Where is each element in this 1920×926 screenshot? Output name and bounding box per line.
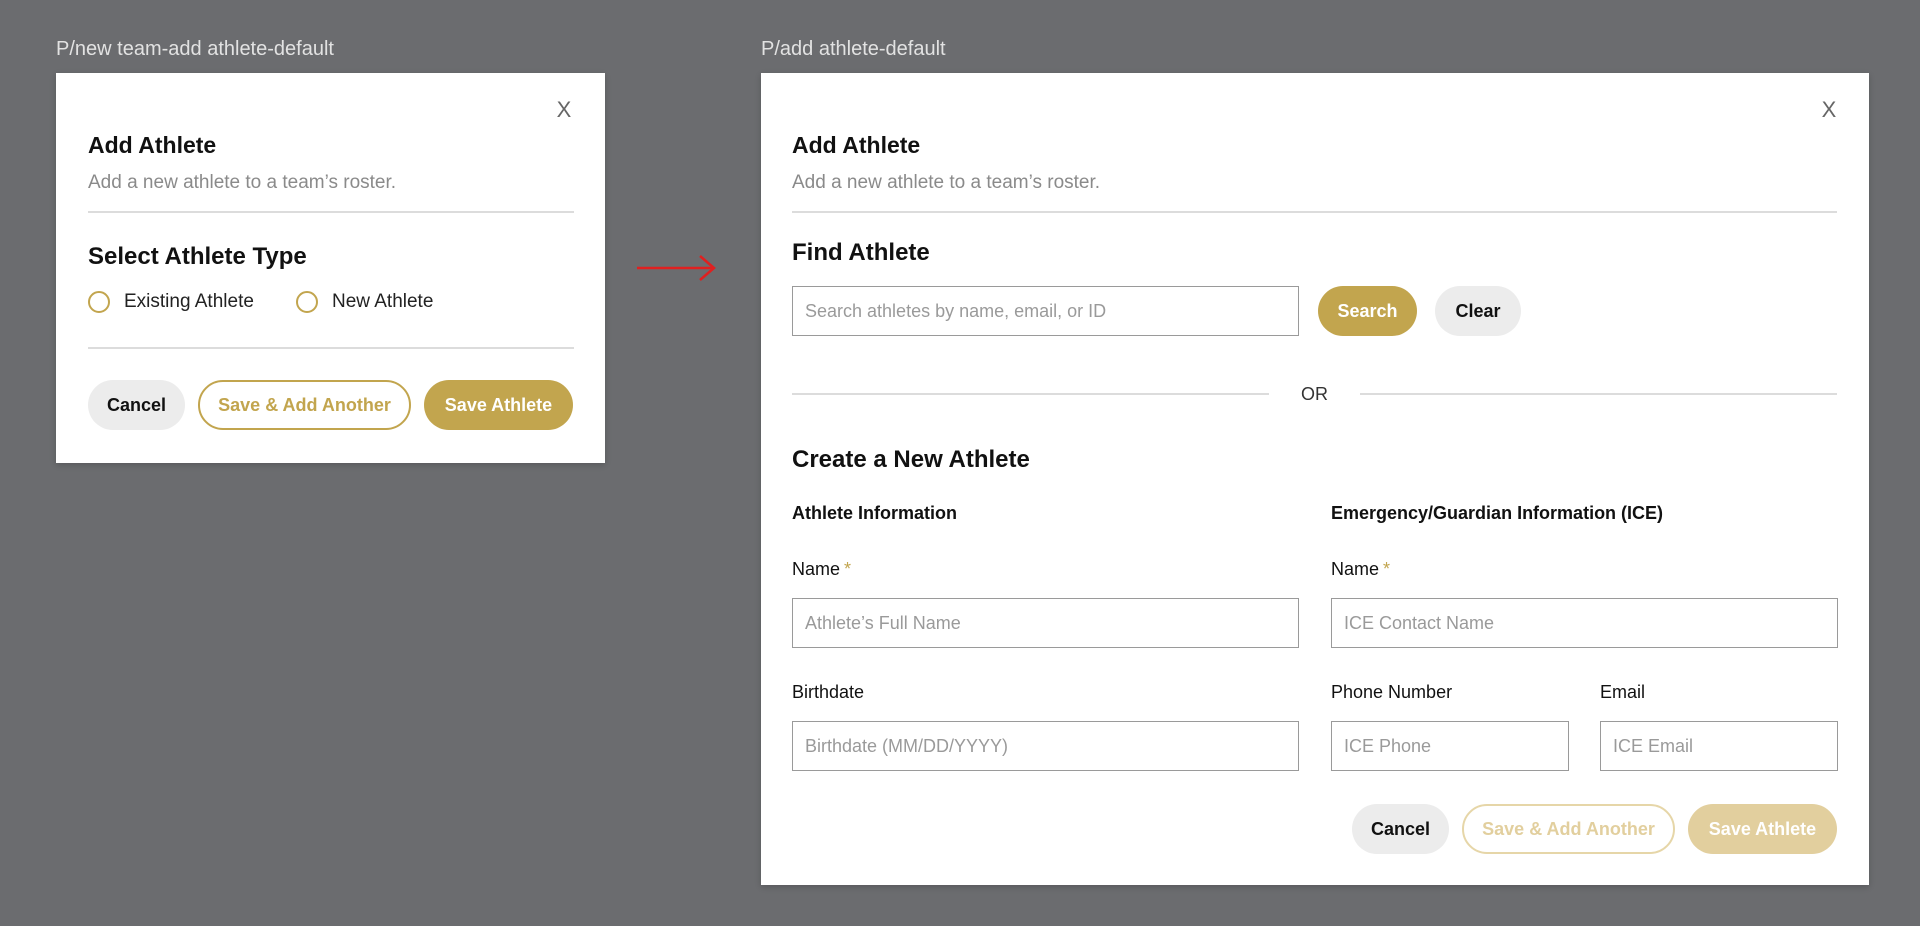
cancel-button[interactable]: Cancel (88, 380, 185, 430)
or-divider-left (792, 393, 1269, 395)
find-athlete-heading: Find Athlete (792, 239, 930, 266)
search-input[interactable] (792, 286, 1299, 336)
close-icon[interactable]: X (1817, 98, 1841, 122)
label-text: Name (792, 559, 841, 579)
divider (792, 211, 1837, 213)
athlete-name-input[interactable] (792, 598, 1299, 648)
save-athlete-button[interactable]: Save Athlete (424, 380, 573, 430)
radio-label: New Athlete (332, 291, 434, 312)
create-new-athlete-heading: Create a New Athlete (792, 446, 1030, 473)
select-athlete-type-heading: Select Athlete Type (88, 243, 307, 270)
divider (88, 211, 574, 213)
divider (88, 347, 574, 349)
label-text: Name (1331, 559, 1380, 579)
ice-email-input[interactable] (1600, 721, 1838, 771)
save-athlete-button[interactable]: Save Athlete (1688, 804, 1837, 854)
ice-contact-name-input[interactable] (1331, 598, 1838, 648)
required-marker: * (844, 559, 852, 579)
close-icon[interactable]: X (552, 98, 576, 122)
arrow-right-icon (637, 255, 716, 281)
ice-name-label: Name * (1331, 559, 1390, 580)
birthdate-input[interactable] (792, 721, 1299, 771)
radio-existing-athlete[interactable]: Existing Athlete (88, 291, 254, 313)
athlete-name-label: Name * (792, 559, 851, 580)
cancel-button[interactable]: Cancel (1352, 804, 1449, 854)
search-button[interactable]: Search (1318, 286, 1417, 336)
radio-new-athlete[interactable]: New Athlete (296, 291, 433, 313)
ice-phone-label: Phone Number (1331, 682, 1453, 702)
save-add-another-button[interactable]: Save & Add Another (198, 380, 411, 430)
modal-title: Add Athlete (792, 132, 921, 158)
ice-info-heading: Emergency/Guardian Information (ICE) (1331, 503, 1664, 523)
modal-title: Add Athlete (88, 132, 217, 158)
frame-label-right: P/add athlete-default (761, 38, 946, 60)
or-divider-right (1360, 393, 1837, 395)
ice-phone-input[interactable] (1331, 721, 1569, 771)
ice-email-label: Email (1600, 682, 1646, 702)
or-separator-text: OR (1301, 384, 1328, 404)
frame-label-left: P/new team-add athlete-default (56, 38, 334, 60)
athlete-info-heading: Athlete Information (792, 503, 957, 523)
modal-subtitle: Add a new athlete to a team’s roster. (792, 172, 1101, 193)
save-add-another-button[interactable]: Save & Add Another (1462, 804, 1675, 854)
radio-circle-icon[interactable] (296, 291, 318, 313)
modal-subtitle: Add a new athlete to a team’s roster. (88, 172, 397, 193)
clear-button[interactable]: Clear (1435, 286, 1521, 336)
required-marker: * (1383, 559, 1391, 579)
radio-circle-icon[interactable] (88, 291, 110, 313)
radio-label: Existing Athlete (124, 291, 254, 312)
birthdate-label: Birthdate (792, 682, 865, 702)
